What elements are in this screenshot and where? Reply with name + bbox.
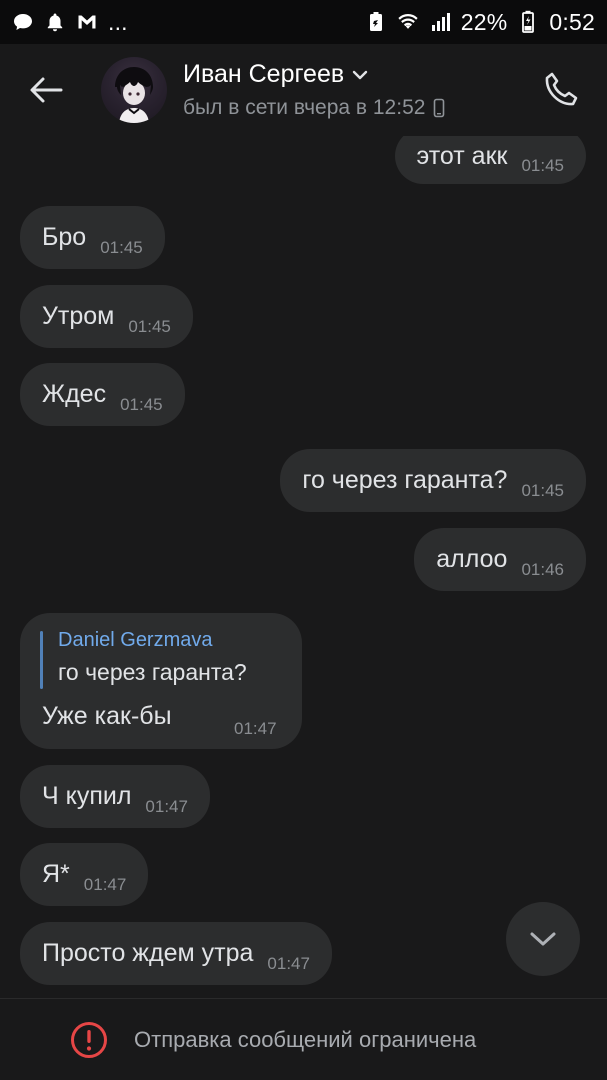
chevron-down-icon — [352, 70, 368, 79]
quoted-text[interactable]: го через гаранта? — [58, 659, 247, 686]
clock: 0:52 — [549, 8, 595, 35]
chevron-down-icon — [530, 932, 556, 946]
message-text: Ждес — [42, 380, 107, 408]
message-bubble[interactable]: Я* 01:47 — [20, 843, 149, 906]
avatar-image — [115, 67, 153, 123]
notification-icons: ... — [12, 9, 128, 36]
contact-status: был в сети вчера в 12:52 — [183, 96, 445, 120]
message-text: Уже как-бы — [42, 702, 172, 730]
message-text: Ч купил — [42, 782, 132, 810]
contact-name-text: Иван Сергеев — [183, 60, 345, 88]
restricted-message: Отправка сообщений ограничена — [134, 1027, 477, 1052]
status-bar: ... 22% 0:52 — [0, 0, 607, 44]
message-time: 01:45 — [120, 394, 163, 414]
message-text: Бро — [42, 223, 87, 251]
battery-saver-icon — [365, 11, 387, 33]
battery-icon — [517, 10, 539, 33]
battery-percent: 22% — [460, 8, 508, 35]
arrow-left-icon — [30, 77, 63, 103]
back-button[interactable] — [26, 70, 66, 110]
message-time: 01:47 — [267, 953, 310, 973]
chat-bubble-icon — [12, 11, 34, 33]
reply-message-bubble[interactable]: Daniel Gerzmava го через гаранта? Уже ка… — [20, 613, 302, 749]
system-icons: 22% 0:52 — [365, 9, 595, 36]
message-time: 01:46 — [521, 559, 564, 579]
message-bubble[interactable]: Утром 01:45 — [20, 285, 193, 348]
message-bubble[interactable]: Ч купил 01:47 — [20, 765, 210, 828]
message-time: 01:47 — [234, 719, 277, 738]
message-text: Просто ждем утра — [42, 939, 254, 967]
chat-header: Иван Сергеев был в сети вчера в 12:52 — [0, 44, 607, 136]
message-bubble[interactable]: го через гаранта? 01:45 — [280, 449, 586, 512]
mobile-phone-icon — [434, 98, 445, 118]
scroll-down-button[interactable] — [506, 902, 580, 976]
message-time: 01:45 — [100, 237, 143, 257]
call-button[interactable] — [539, 68, 583, 112]
message-bubble[interactable]: Ждес 01:45 — [20, 363, 185, 426]
avatar[interactable] — [101, 57, 167, 123]
quote-bar — [40, 631, 43, 689]
message-text: аллоо — [436, 545, 508, 573]
message-time: 01:45 — [128, 316, 171, 336]
message-bubble[interactable]: Просто ждем утра 01:47 — [20, 922, 332, 985]
composer-restricted-bar: Отправка сообщений ограничена — [0, 998, 607, 1080]
message-list[interactable]: этот акк 01:45 Бро 01:45 Утром 01:45 Жде… — [0, 136, 607, 998]
message-bubble[interactable]: аллоо 01:46 — [414, 528, 586, 591]
phone-icon — [545, 72, 578, 106]
message-text: Я* — [42, 860, 70, 888]
message-text: этот акк — [416, 141, 508, 170]
gmail-icon — [76, 11, 98, 33]
message-time: 01:47 — [83, 874, 127, 894]
message-text: го через гаранта? — [302, 466, 508, 494]
chat-screen: ... 22% 0:52 Иван Сергеев был в сети вче… — [0, 0, 607, 1080]
message-text: Утром — [42, 302, 115, 330]
message-bubble[interactable]: Бро 01:45 — [20, 206, 165, 269]
exclamation-circle-icon — [71, 1022, 107, 1058]
bell-icon — [44, 11, 66, 33]
message-time: 01:45 — [521, 480, 564, 500]
message-bubble[interactable]: этот акк 01:45 — [394, 136, 586, 184]
more-icon: ... — [108, 8, 128, 35]
last-seen-text: был в сети вчера в 12:52 — [183, 96, 426, 119]
message-time: 01:47 — [145, 796, 188, 816]
wifi-icon — [397, 11, 419, 33]
message-time: 01:45 — [521, 156, 564, 175]
signal-icon — [429, 11, 451, 33]
quoted-author[interactable]: Daniel Gerzmava — [58, 629, 213, 652]
contact-name[interactable]: Иван Сергеев — [183, 60, 368, 89]
